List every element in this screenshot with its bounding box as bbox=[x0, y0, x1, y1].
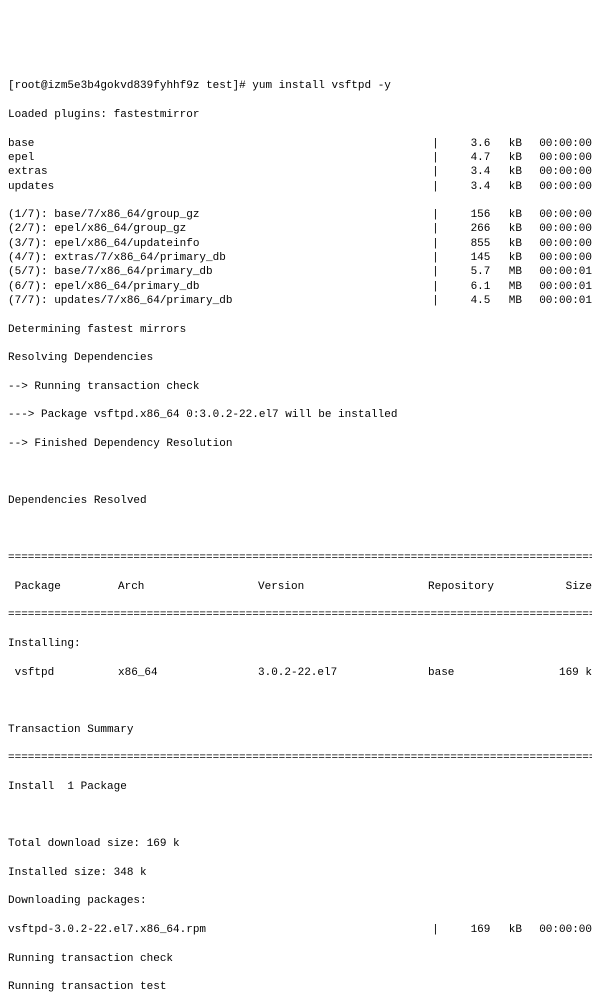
package-line: ---> Package vsftpd.x86_64 0:3.0.2-22.el… bbox=[8, 408, 592, 422]
finished-line: --> Finished Dependency Resolution bbox=[8, 437, 592, 451]
installed-size: Installed size: 348 k bbox=[8, 866, 592, 880]
repo-line: extras|3.4 kB00:00:00 bbox=[8, 165, 592, 179]
total-download: Total download size: 169 k bbox=[8, 837, 592, 851]
divider: ========================================… bbox=[8, 751, 592, 765]
download-line: (7/7): updates/7/x86_64/primary_db|4.5 M… bbox=[8, 294, 592, 308]
txn-check-line: --> Running transaction check bbox=[8, 380, 592, 394]
download-line: (3/7): epel/x86_64/updateinfo|855 kB00:0… bbox=[8, 237, 592, 251]
installing-label: Installing: bbox=[8, 637, 592, 651]
txn-check: Running transaction check bbox=[8, 952, 592, 966]
rpm-line: vsftpd-3.0.2-22.el7.x86_64.rpm|169 kB00:… bbox=[8, 923, 592, 937]
divider: ========================================… bbox=[8, 608, 592, 622]
repo-line: updates|3.4 kB00:00:00 bbox=[8, 180, 592, 194]
plugins-line: Loaded plugins: fastestmirror bbox=[8, 108, 592, 122]
mirrors-line: Determining fastest mirrors bbox=[8, 323, 592, 337]
terminal-output: [root@izm5e3b4gokvd839fyhhf9z test]# yum… bbox=[8, 65, 592, 1000]
prompt-line: [root@izm5e3b4gokvd839fyhhf9z test]# yum… bbox=[8, 79, 592, 93]
divider: ========================================… bbox=[8, 551, 592, 565]
download-line: (5/7): base/7/x86_64/primary_db|5.7 MB00… bbox=[8, 265, 592, 279]
resolving-line: Resolving Dependencies bbox=[8, 351, 592, 365]
download-line: (1/7): base/7/x86_64/group_gz|156 kB00:0… bbox=[8, 208, 592, 222]
download-line: (4/7): extras/7/x86_64/primary_db|145 kB… bbox=[8, 251, 592, 265]
download-line: (6/7): epel/x86_64/primary_db|6.1 MB00:0… bbox=[8, 280, 592, 294]
download-line: (2/7): epel/x86_64/group_gz|266 kB00:00:… bbox=[8, 222, 592, 236]
table-header: PackageArchVersionRepositorySize bbox=[8, 580, 592, 594]
deps-resolved: Dependencies Resolved bbox=[8, 494, 592, 508]
txn-summary: Transaction Summary bbox=[8, 723, 592, 737]
table-row: vsftpdx86_643.0.2-22.el7base169 k bbox=[8, 666, 592, 680]
repo-line: base|3.6 kB00:00:00 bbox=[8, 137, 592, 151]
downloading: Downloading packages: bbox=[8, 894, 592, 908]
txn-test: Running transaction test bbox=[8, 980, 592, 994]
repo-line: epel|4.7 kB00:00:00 bbox=[8, 151, 592, 165]
command-text: yum install vsftpd -y bbox=[252, 80, 391, 92]
install-count: Install 1 Package bbox=[8, 780, 592, 794]
